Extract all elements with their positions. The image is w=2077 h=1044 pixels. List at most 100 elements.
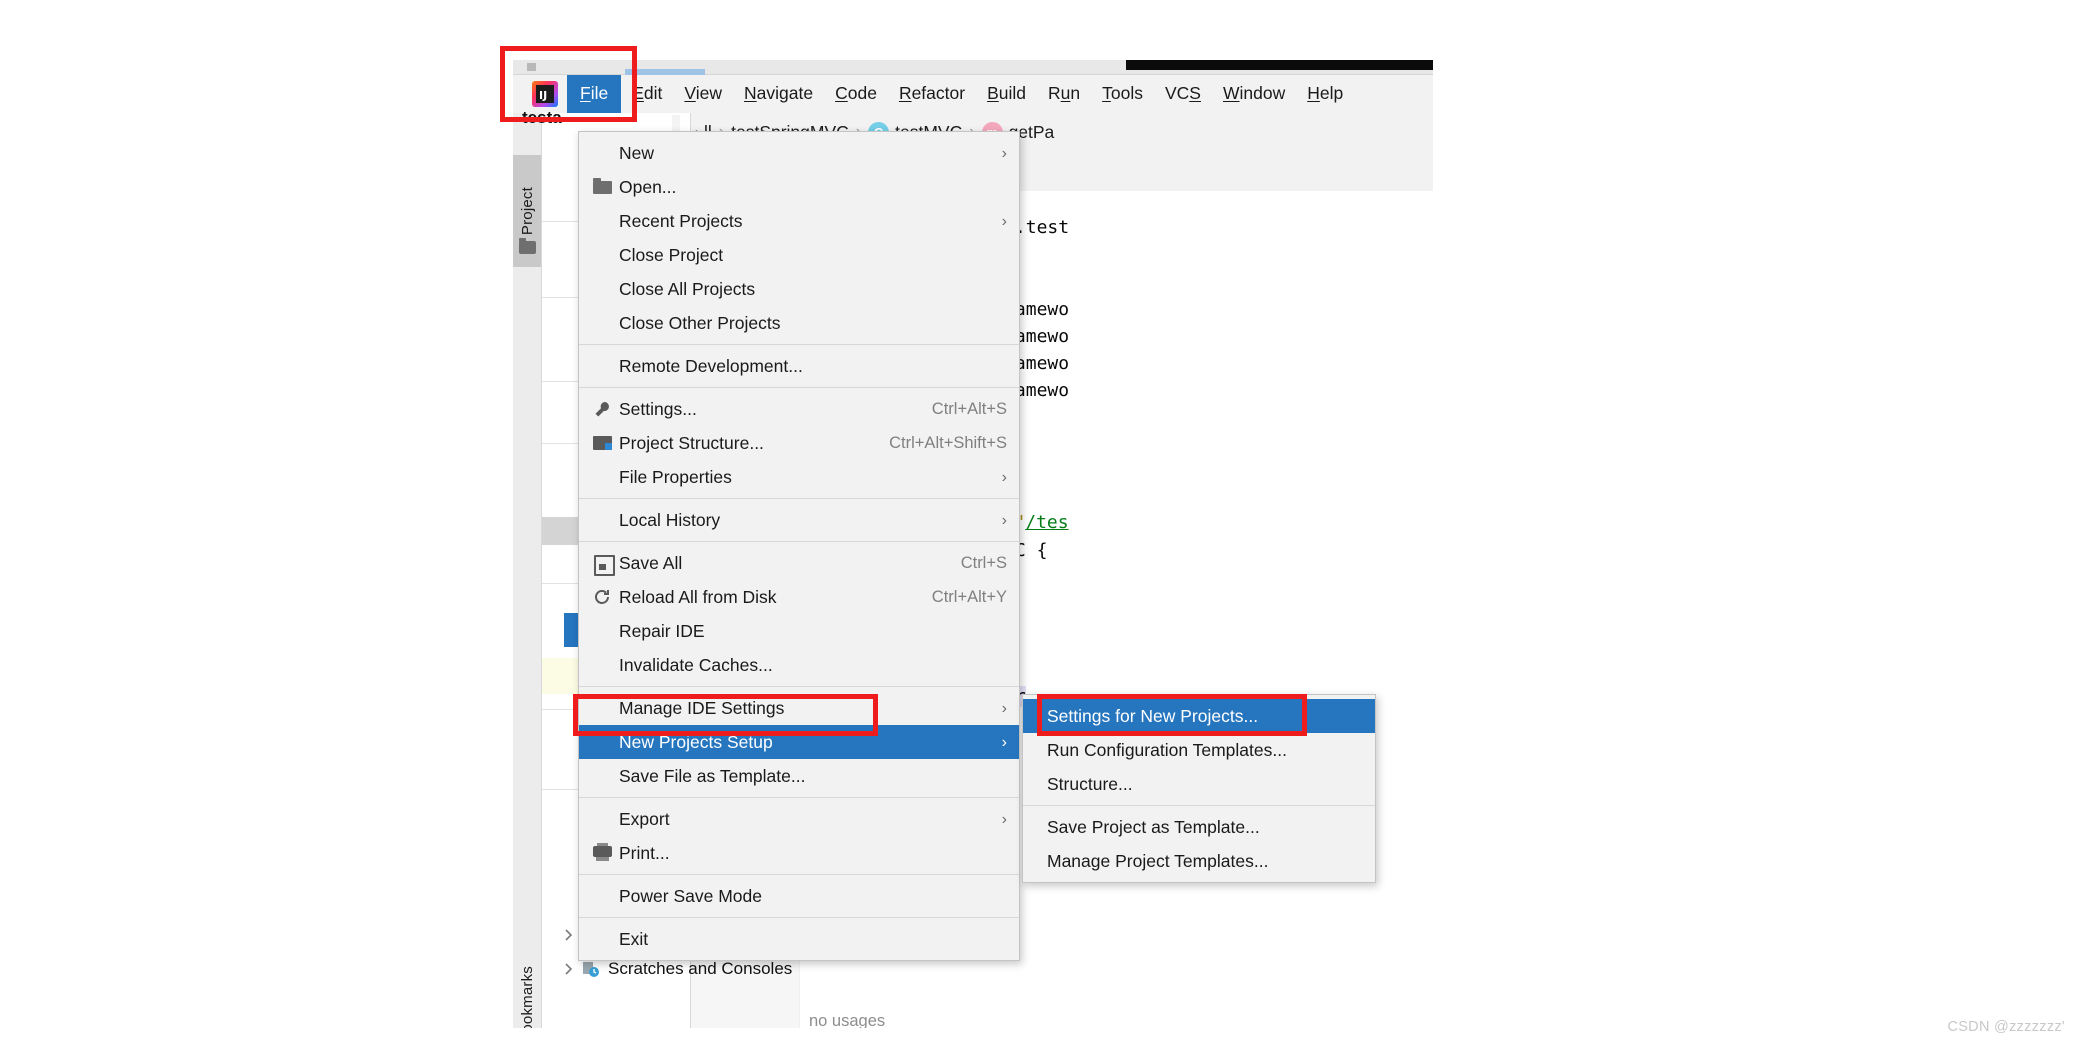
submenu-item-save-project-as-template[interactable]: Save Project as Template... (1023, 810, 1375, 844)
menu-item-file-properties[interactable]: File Properties › (579, 460, 1019, 494)
chevron-right-icon: › (1001, 213, 1007, 230)
chevron-right-icon: › (1001, 469, 1007, 486)
menu-item-manage-ide-settings[interactable]: Manage IDE Settings › (579, 691, 1019, 725)
menu-item-label: Close Other Projects (619, 312, 781, 333)
menu-icon-placeholder (591, 886, 619, 906)
menu-icon-placeholder (591, 313, 619, 333)
menu-item-new[interactable]: New › (579, 136, 1019, 170)
submenu-item-manage-project-templates[interactable]: Manage Project Templates... (1023, 844, 1375, 878)
menu-divider (579, 344, 1019, 345)
menu-item-close-all-projects[interactable]: Close All Projects (579, 272, 1019, 306)
chevron-right-icon: › (1001, 700, 1007, 717)
menu-item-exit[interactable]: Exit (579, 922, 1019, 956)
project-tree-item-label: Scratches and Consoles (608, 959, 793, 978)
menu-item-file[interactable]: File (567, 75, 622, 113)
menu-item-close-project[interactable]: Close Project (579, 238, 1019, 272)
menu-item-export[interactable]: Export › (579, 802, 1019, 836)
menu-item-navigate[interactable]: Navigate (733, 78, 824, 110)
menu-item-project-structure[interactable]: Project Structure... Ctrl+Alt+Shift+S (579, 426, 1019, 460)
menu-item-tools[interactable]: Tools (1091, 78, 1154, 110)
menu-item-label: Power Save Mode (619, 885, 762, 906)
submenu-item-run-configuration-templates[interactable]: Run Configuration Templates... (1023, 733, 1375, 767)
menu-icon-placeholder (591, 467, 619, 487)
menu-item-local-history[interactable]: Local History › (579, 503, 1019, 537)
watermark: CSDN @zzzzzzz' (1947, 1019, 2065, 1035)
menu-item-refactor[interactable]: Refactor (888, 78, 976, 110)
menu-item-label: Close Project (619, 244, 724, 265)
menu-item-shortcut: Ctrl+Alt+Shift+S (889, 433, 1007, 452)
menu-item-label: Invalidate Caches... (619, 654, 773, 675)
menu-divider (579, 541, 1019, 542)
menu-item-window[interactable]: Window (1212, 78, 1296, 110)
menu-item-label: Export (619, 808, 670, 829)
menu-divider (579, 686, 1019, 687)
chevron-right-icon: › (1001, 811, 1007, 828)
menu-item-save-all[interactable]: Save All Ctrl+S (579, 546, 1019, 580)
menu-item-repair-ide[interactable]: Repair IDE (579, 614, 1019, 648)
menu-item-recent-projects[interactable]: Recent Projects › (579, 204, 1019, 238)
file-menu-dropdown[interactable]: New › Open... Recent Projects › Close Project… (578, 131, 1020, 961)
menu-item-help[interactable]: Help (1296, 78, 1354, 110)
menu-item-label: Exit (619, 928, 649, 949)
menu-item-label: Close All Projects (619, 278, 756, 299)
submenu-item-label: Settings for New Projects... (1047, 705, 1259, 726)
menu-divider (579, 387, 1019, 388)
submenu-item-label: Run Configuration Templates... (1047, 739, 1287, 760)
project-folder-icon (519, 238, 536, 254)
menu-item-settings[interactable]: Settings... Ctrl+Alt+S (579, 392, 1019, 426)
menu-item-label: Save File as Template... (619, 765, 806, 786)
menu-icon-placeholder (591, 809, 619, 829)
project-title: testa (522, 108, 562, 127)
menu-divider (579, 917, 1019, 918)
menu-item-open[interactable]: Open... (579, 170, 1019, 204)
menu-item-label: Save All (619, 552, 683, 573)
menu-item-label: New Projects Setup (619, 731, 773, 752)
menu-item-shortcut: Ctrl+Alt+S (931, 399, 1007, 418)
new-projects-setup-submenu[interactable]: Settings for New Projects... Run Configur… (1022, 694, 1376, 883)
menu-icon-placeholder (591, 698, 619, 718)
menu-item-build[interactable]: Build (976, 78, 1037, 110)
menu-divider (1023, 805, 1375, 806)
menu-icon-placeholder (591, 356, 619, 376)
menu-item-label: Repair IDE (619, 620, 705, 641)
menu-item-invalidate-caches[interactable]: Invalidate Caches... (579, 648, 1019, 682)
menu-item-file-label-rest: ile (590, 83, 609, 104)
menu-item-view[interactable]: View (673, 78, 733, 110)
submenu-item-settings-for-new-projects[interactable]: Settings for New Projects... (1023, 699, 1375, 733)
screenshot-root: IJ File Edit View Navigate Code Refactor… (0, 0, 2077, 1044)
tool-window-tab-bookmarks[interactable]: ookmarks (513, 943, 541, 1028)
wrench-icon (591, 399, 619, 419)
menu-item-run[interactable]: Run (1037, 78, 1091, 110)
menu-bar: IJ File Edit View Navigate Code Refactor… (513, 75, 1433, 114)
menu-divider (579, 498, 1019, 499)
chevron-right-icon: › (1001, 512, 1007, 529)
chevron-right-icon[interactable] (560, 961, 576, 977)
menu-icon-placeholder (591, 245, 619, 265)
menu-item-label: Manage IDE Settings (619, 697, 785, 718)
submenu-item-structure[interactable]: Structure... (1023, 767, 1375, 801)
menu-item-label: Recent Projects (619, 210, 743, 231)
menu-item-label: File Properties (619, 466, 732, 487)
menu-item-remote-development[interactable]: Remote Development... (579, 349, 1019, 383)
menu-item-reload-all-from-disk[interactable]: Reload All from Disk Ctrl+Alt+Y (579, 580, 1019, 614)
menu-item-edit[interactable]: Edit (621, 78, 673, 110)
reload-icon (591, 587, 619, 607)
menu-icon-placeholder (591, 655, 619, 675)
menu-item-power-save-mode[interactable]: Power Save Mode (579, 879, 1019, 913)
chevron-right-icon: › (1001, 145, 1007, 162)
submenu-item-label: Save Project as Template... (1047, 816, 1260, 837)
chevron-right-icon: › (1001, 734, 1007, 751)
menu-item-label: Reload All from Disk (619, 586, 777, 607)
menu-item-label: Remote Development... (619, 355, 803, 376)
menu-item-code[interactable]: Code (824, 78, 888, 110)
chevron-right-icon[interactable] (560, 927, 576, 943)
menu-icon-placeholder (591, 766, 619, 786)
menu-item-close-other-projects[interactable]: Close Other Projects (579, 306, 1019, 340)
menu-item-new-projects-setup[interactable]: New Projects Setup › (579, 725, 1019, 759)
menu-icon-placeholder (591, 211, 619, 231)
menu-item-vcs[interactable]: VCS (1154, 78, 1212, 110)
menu-icon-placeholder (591, 929, 619, 949)
menu-item-print[interactable]: Print... (579, 836, 1019, 870)
menu-item-save-file-as-template[interactable]: Save File as Template... (579, 759, 1019, 793)
submenu-item-label: Manage Project Templates... (1047, 850, 1269, 871)
